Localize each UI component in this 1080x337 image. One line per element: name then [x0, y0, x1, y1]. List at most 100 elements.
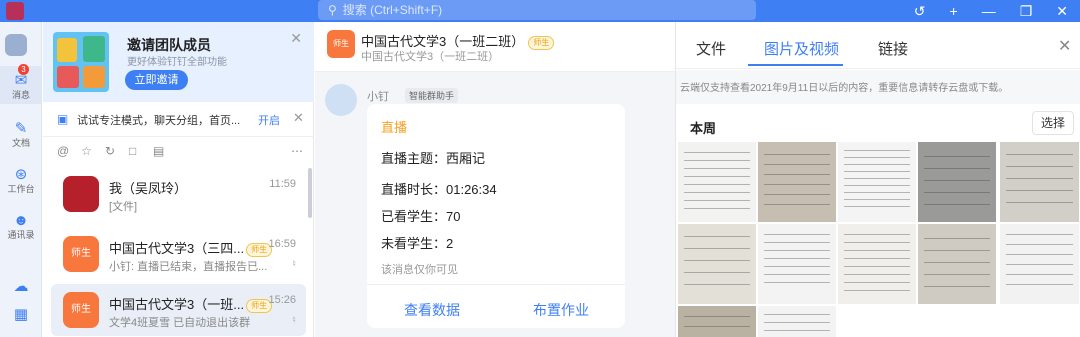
list-item[interactable]: 师生 中国古代文学3（一班... 师生 15:26 文学4班夏雪 已自动退出该群 …	[51, 284, 306, 336]
nav-label: 工作台	[7, 184, 35, 194]
more-icon[interactable]: ⋯	[291, 144, 303, 158]
star-icon[interactable]: ☆	[81, 144, 92, 158]
title-bar: ⚲ 搜索 (Ctrl+Shift+F) ↺ + — ❐ ✕	[0, 0, 1080, 22]
close-icon[interactable]: ✕	[290, 30, 302, 47]
workbench-icon: ⊛	[14, 166, 28, 183]
divider	[367, 284, 625, 285]
watched-count: 已看学生：70	[381, 209, 461, 224]
banner-subtitle: 更好体验钉钉全部功能	[127, 57, 227, 68]
plus-icon[interactable]: +	[950, 3, 958, 19]
image-thumbnail[interactable]	[918, 142, 996, 222]
nav-item-messages[interactable]: ✉ 3 消息	[0, 64, 42, 104]
task-icon[interactable]: □	[129, 144, 136, 158]
app-logo	[6, 2, 24, 20]
section-title: 本周	[690, 121, 717, 136]
list-item[interactable]: 我（吴凤玲） 11:59 [文件]	[51, 168, 306, 220]
at-icon[interactable]: @	[57, 144, 69, 158]
avatar	[63, 176, 99, 212]
nav-item-workbench[interactable]: ⊛ 工作台	[0, 166, 42, 195]
restore-icon[interactable]: ❐	[1020, 3, 1033, 20]
invite-button[interactable]: 立即邀请	[125, 70, 188, 90]
nav-label: 通讯录	[7, 230, 35, 240]
unwatched-count: 未看学生：2	[381, 236, 454, 251]
group-avatar: 师生	[63, 236, 99, 272]
bot-tag: 智能群助手	[405, 88, 459, 103]
nav-item-docs[interactable]: ✎ 文档	[0, 120, 42, 149]
visibility-note: 该消息仅你可见	[381, 264, 458, 276]
image-thumbnail[interactable]	[678, 142, 756, 222]
filter-bar: @ ☆ ↻ □ ▤ ⋯	[43, 138, 314, 166]
enable-button[interactable]: 开启	[258, 112, 280, 128]
image-thumbnail[interactable]	[758, 224, 836, 304]
conversation-list: 邀请团队成员 更好体验钉钉全部功能 立即邀请 ✕ ▣ 试试专注模式，聊天分组，首…	[43, 22, 314, 337]
conversation-time: 15:26	[268, 294, 296, 306]
image-thumbnail[interactable]	[838, 142, 916, 222]
clock-icon[interactable]: ↻	[105, 144, 115, 158]
live-duration: 直播时长：01:26:34	[381, 182, 497, 197]
nav-label: 消息	[11, 90, 30, 100]
view-data-button[interactable]: 查看数据	[404, 300, 460, 320]
mute-icon: ♮	[292, 259, 296, 270]
nav-rail: ✉ 3 消息 ✎ 文档 ⊛ 工作台 ☻ 通讯录 ☁ ▦	[0, 22, 42, 337]
chat-header: 师生 中国古代文学3（一班二班） 师生 中国古代文学3（一班二班）	[315, 22, 675, 72]
image-thumbnail[interactable]	[758, 306, 836, 337]
close-icon[interactable]: ✕	[293, 110, 304, 126]
conversation-name: 中国古代文学3（一班... 师生	[109, 294, 273, 313]
bot-avatar	[325, 84, 357, 116]
banner-title: 邀请团队成员	[127, 37, 211, 53]
tab-links[interactable]: 链接	[878, 38, 908, 59]
file-icon[interactable]: ▤	[153, 144, 164, 158]
image-thumbnail[interactable]	[1000, 224, 1079, 304]
media-grid	[676, 142, 1080, 337]
sender-name: 小钉	[367, 91, 389, 103]
image-thumbnail[interactable]	[678, 224, 756, 304]
team-illustration	[53, 32, 109, 92]
minimize-icon[interactable]: —	[982, 3, 996, 19]
image-thumbnail[interactable]	[838, 224, 916, 304]
calendar-icon[interactable]: ▦	[0, 306, 42, 324]
image-thumbnail[interactable]	[1000, 142, 1079, 222]
unread-badge: 3	[18, 64, 29, 75]
conversation-name: 我（吴凤玲）	[109, 181, 188, 196]
conversation-preview: 小钉: 直播已结束，直播报告已...	[109, 261, 268, 273]
close-icon[interactable]: ✕	[1056, 3, 1068, 20]
role-tag: 师生	[528, 35, 555, 50]
tab-files[interactable]: 文件	[696, 38, 726, 59]
history-icon[interactable]: ↺	[914, 3, 926, 20]
live-topic: 直播主题：西厢记	[381, 151, 486, 166]
focus-mode-tip: ▣ 试试专注模式，聊天分组，首页... 开启 ✕	[43, 102, 314, 137]
chat-panel: 师生 中国古代文学3（一班二班） 师生 中国古代文学3（一班二班） 小钉 智能群助…	[315, 22, 675, 337]
close-icon[interactable]: ✕	[1058, 36, 1071, 56]
nav-label: 文档	[11, 138, 30, 148]
group-avatar: 师生	[63, 292, 99, 328]
live-report-card: 直播 直播主题：西厢记 直播时长：01:26:34 已看学生：70 未看学生：2…	[367, 104, 625, 328]
invite-banner: 邀请团队成员 更好体验钉钉全部功能 立即邀请 ✕	[43, 22, 314, 102]
card-title: 直播	[381, 120, 408, 135]
mute-icon: ♮	[292, 315, 296, 326]
doc-icon: ✎	[14, 120, 28, 137]
search-placeholder: 搜索 (Ctrl+Shift+F)	[342, 3, 443, 17]
conversation-name: 中国古代文学3（三四... 师生	[109, 238, 273, 257]
search-input[interactable]: ⚲ 搜索 (Ctrl+Shift+F)	[318, 0, 756, 20]
cloud-icon[interactable]: ☁	[0, 278, 42, 296]
retention-notice: 云端仅支持查看2021年9月11日以后的内容，重要信息请转存云盘或下载。	[676, 70, 1080, 104]
list-item[interactable]: 师生 中国古代文学3（三四... 师生 16:59 小钉: 直播已结束，直播报告已…	[51, 228, 306, 280]
conversation-name-text: 中国古代文学3（三四...	[109, 241, 245, 256]
conversation-time: 16:59	[268, 238, 296, 250]
avatar[interactable]	[5, 34, 27, 56]
conversation-preview: 文学4班夏雪 已自动退出该群	[109, 317, 251, 329]
media-panel: 文件 图片及视频 链接 ✕ 云端仅支持查看2021年9月11日以后的内容，重要信…	[675, 22, 1080, 337]
select-button[interactable]: 选择	[1032, 111, 1074, 135]
conversation-name-text: 中国古代文学3（一班...	[109, 297, 245, 312]
image-thumbnail[interactable]	[678, 306, 756, 337]
scrollbar[interactable]	[308, 168, 312, 218]
search-icon: ⚲	[328, 3, 337, 17]
lock-icon: ▣	[57, 112, 69, 126]
chat-subtitle: 中国古代文学3（一班二班）	[361, 51, 500, 63]
tab-media[interactable]: 图片及视频	[764, 38, 839, 59]
image-thumbnail[interactable]	[918, 224, 996, 304]
image-thumbnail[interactable]	[758, 142, 836, 222]
active-tab-indicator	[748, 64, 843, 66]
nav-item-contacts[interactable]: ☻ 通讯录	[0, 212, 42, 241]
assign-homework-button[interactable]: 布置作业	[533, 300, 589, 320]
